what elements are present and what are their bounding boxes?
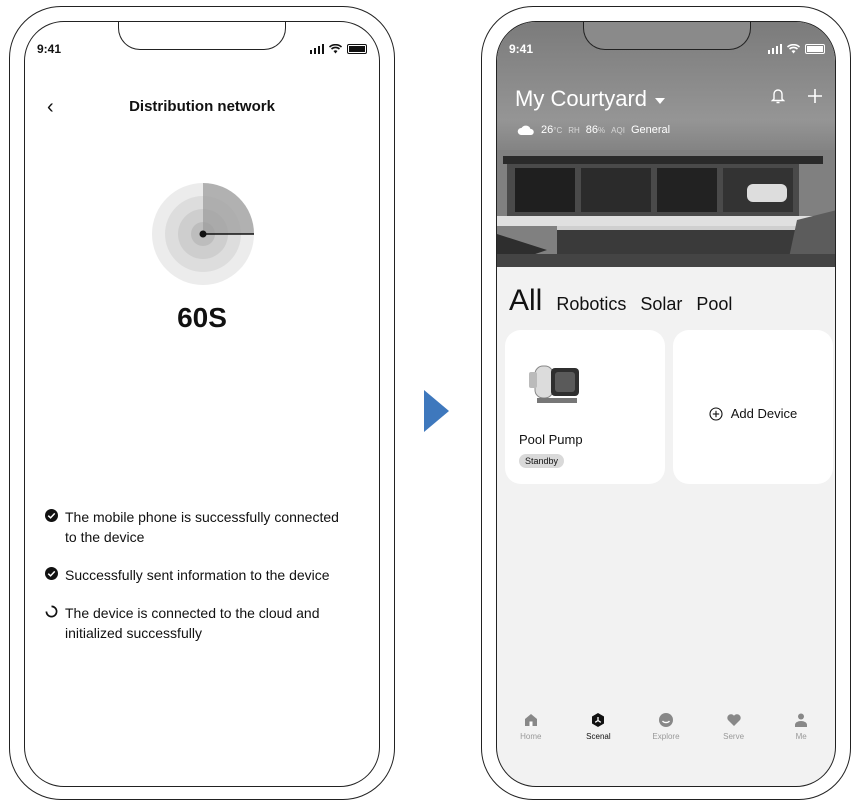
tabbar-item-explore[interactable]: Explore <box>638 712 694 741</box>
plus-circle-icon <box>709 406 723 421</box>
flow-arrow-icon <box>424 390 449 432</box>
tab-all[interactable]: All <box>509 284 542 318</box>
battery-icon <box>347 44 367 54</box>
status-time: 9:41 <box>509 42 534 56</box>
temperature-value: 26 <box>541 124 554 136</box>
wifi-icon <box>329 44 342 54</box>
explore-icon <box>658 713 673 727</box>
dropdown-caret-icon <box>655 97 666 104</box>
status-bar: 9:41 <box>497 42 835 58</box>
pool-pump-image <box>529 365 579 403</box>
home-title: My Courtyard <box>515 86 648 111</box>
humidity-value: 86 <box>585 124 599 136</box>
home-icon <box>524 714 537 726</box>
aqi-value: General <box>630 124 671 136</box>
status-badge: Standby <box>519 454 565 468</box>
tabbar-item-scenal[interactable]: Scenal <box>570 712 626 741</box>
loading-spinner-icon <box>45 605 58 618</box>
radar-scan-icon <box>152 183 254 285</box>
device-card-pool-pump[interactable]: Pool Pump Standby <box>505 330 665 484</box>
screen-distribution-network: 9:41 ‹ Distribution network 60S The mobi… <box>24 21 380 787</box>
phone-frame-right: 9:41 My Courtyard 26°C RH 86% AQI Genera… <box>481 6 851 800</box>
tab-pool[interactable]: Pool <box>696 294 732 315</box>
add-device-label: Add Device <box>730 406 798 421</box>
scenal-icon <box>592 713 605 727</box>
category-tabs: All Robotics Solar Pool <box>509 284 732 318</box>
status-time: 9:41 <box>37 42 62 56</box>
signal-icon <box>767 44 782 54</box>
signal-icon <box>309 44 324 54</box>
step-text: The device is connected to the cloud and… <box>65 605 320 641</box>
phone-frame-left: 9:41 ‹ Distribution network 60S The mobi… <box>9 6 395 800</box>
step-item: The device is connected to the cloud and… <box>45 603 345 643</box>
hero-banner: 9:41 My Courtyard 26°C RH 86% AQI Genera… <box>497 22 835 267</box>
step-item: The mobile phone is successfully connect… <box>45 507 345 547</box>
step-text: Successfully sent information to the dev… <box>65 567 330 583</box>
weather-strip: 26°C RH 86% AQI General <box>517 124 670 136</box>
tabbar-item-home[interactable]: Home <box>503 712 559 741</box>
connection-steps: The mobile phone is successfully connect… <box>45 507 345 661</box>
battery-icon <box>805 44 825 54</box>
step-item: Successfully sent information to the dev… <box>45 565 345 585</box>
tab-solar[interactable]: Solar <box>640 294 682 315</box>
add-device-card[interactable]: Add Device <box>673 330 833 484</box>
device-name: Pool Pump <box>519 432 583 447</box>
screen-home: 9:41 My Courtyard 26°C RH 86% AQI Genera… <box>496 21 836 787</box>
status-bar: 9:41 <box>25 42 379 58</box>
check-circle-icon <box>45 509 58 522</box>
countdown-timer: 60S <box>177 302 227 333</box>
bell-icon[interactable] <box>771 88 785 104</box>
home-selector[interactable]: My Courtyard <box>515 86 666 112</box>
tabbar-item-me[interactable]: Me <box>773 712 829 741</box>
rh-label: RH <box>568 125 580 135</box>
step-text: The mobile phone is successfully connect… <box>65 509 339 545</box>
courtyard-house-image <box>497 150 835 267</box>
heart-icon <box>726 714 741 726</box>
add-icon[interactable] <box>807 88 823 104</box>
page-title: Distribution network <box>129 98 275 115</box>
cloud-icon <box>517 125 534 135</box>
wifi-icon <box>787 44 800 54</box>
person-icon <box>795 713 808 727</box>
aqi-label: AQI <box>611 125 625 135</box>
tabbar-item-serve[interactable]: Serve <box>706 712 762 741</box>
tab-robotics[interactable]: Robotics <box>556 294 626 315</box>
bottom-tab-bar: Home Scenal Explore Serve Me <box>497 712 835 741</box>
check-circle-icon <box>45 567 58 580</box>
